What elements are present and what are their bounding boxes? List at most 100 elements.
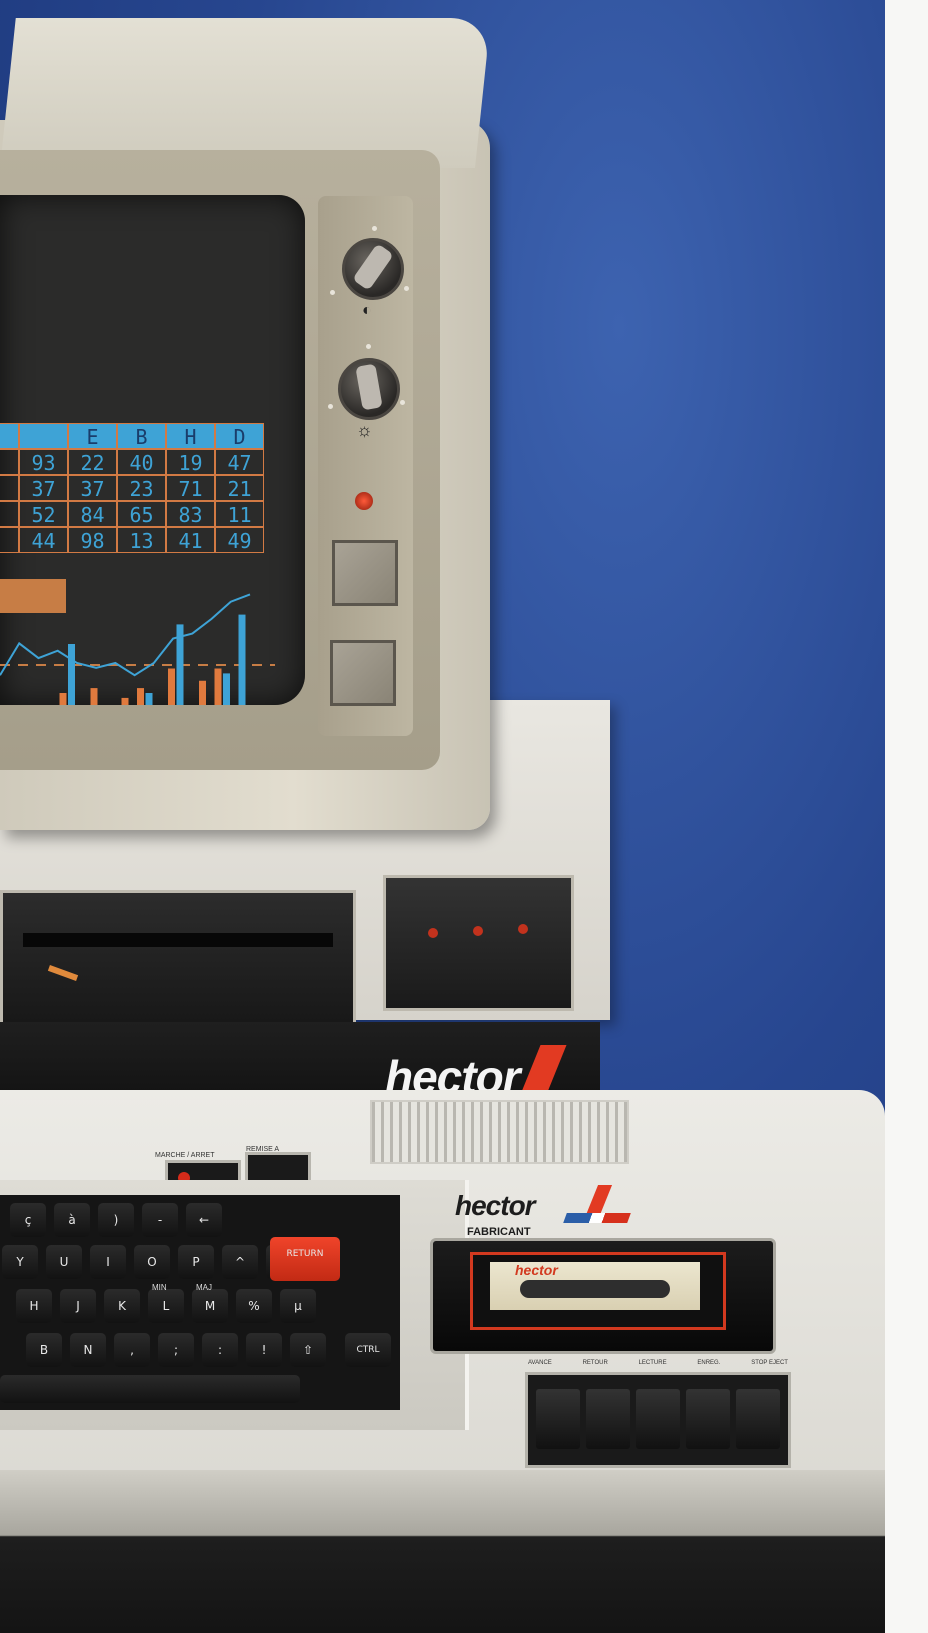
tape-transport-key[interactable] [536,1389,580,1449]
contrast-knob[interactable] [342,238,404,300]
contrast-icon: ◐ [362,302,372,319]
keyboard-key[interactable]: ) [98,1203,134,1237]
maker-label: FABRICANT [467,1226,531,1238]
table-cell: 98 [68,527,117,553]
tape-transport-key[interactable] [586,1389,630,1449]
cassette-reel-window [520,1280,670,1298]
chart-bar-orange [168,668,175,705]
chart-bar-orange [59,693,67,705]
keyboard: çà)-←YUIOP^$HJKLM%µBN,;:!⇧RETURNCTRLMINM… [0,1195,400,1410]
return-key[interactable]: RETURN [270,1237,340,1281]
keyboard-key[interactable]: M [192,1289,228,1323]
keyboard-key[interactable]: : [202,1333,238,1367]
screen-bar-chart: 8384 [0,593,275,705]
chart-line [0,593,251,677]
keyboard-key[interactable]: - [142,1203,178,1237]
indicator-led [473,926,483,936]
table-cell: 65 [117,501,166,527]
screen-table: E B H D 93 22 40 19 47 37 37 23 71 21 52 84 65 83 11 44 98 13… [0,423,265,553]
keyboard-key[interactable]: J [60,1289,96,1323]
table-cell: 47 [215,449,264,475]
table-cell [0,527,19,553]
keyboard-key[interactable]: ; [158,1333,194,1367]
monitor-screen: E B H D 93 22 40 19 47 37 37 23 71 21 52 84 65 83 11 44 98 13… [0,195,305,705]
ctrl-key[interactable]: CTRL [345,1333,391,1367]
brightness-icon: ☼ [356,420,373,440]
keyboard-key[interactable]: Y [2,1245,38,1279]
photo-scene: hector E B H D 93 22 40 19 47 37 37 23 71 21 52 84 65 83 1… [0,0,928,1633]
chart-bar-orange [121,697,129,705]
table-header-cell [19,423,68,449]
keyboard-key[interactable]: ! [246,1333,282,1367]
space-bar[interactable] [0,1375,300,1403]
table-cell: 84 [68,501,117,527]
table-cell: 21 [215,475,264,501]
indicator-dot [372,226,377,231]
monitor-button-2[interactable] [330,640,396,706]
keyboard-key[interactable]: K [104,1289,140,1323]
indicator-led [428,928,438,938]
chart-bar-orange [214,668,222,705]
console-brand-logo: hector [455,1190,536,1221]
key-legend: MAJ [196,1283,212,1292]
table-cell: 52 [19,501,68,527]
chart-bar-blue [68,644,75,705]
speaker-grille [370,1100,629,1164]
tape-transport-key[interactable] [636,1389,680,1449]
table-cell [0,449,19,475]
keyboard-key[interactable]: % [236,1289,272,1323]
tape-transport-key[interactable] [736,1389,780,1449]
table-cell: 40 [117,449,166,475]
monitor-button-1[interactable] [332,540,398,606]
table-cell: 22 [68,449,117,475]
keyboard-key[interactable]: ç [10,1203,46,1237]
transport-labels: AVANCE RETOUR LECTURE ENREG. STOP EJECT [528,1360,788,1366]
table-cell: 19 [166,449,215,475]
monitor-control-panel: ◐ ☼ [318,196,413,736]
keyboard-key[interactable]: B [26,1333,62,1367]
keyboard-key[interactable]: I [90,1245,126,1279]
power-led [355,492,373,510]
indicator-dot [404,286,409,291]
power-label: MARCHE / ARRET [155,1152,215,1159]
chart-bar-orange [199,680,206,705]
cassette-label-text: hector [515,1262,558,1278]
keyboard-key[interactable]: , [114,1333,150,1367]
tape-transport-label: AVANCE [528,1360,552,1366]
table-cell [0,475,19,501]
table-cell: 93 [19,449,68,475]
chart-bar-blue [223,673,230,705]
keyboard-key[interactable]: N [70,1333,106,1367]
keyboard-key[interactable]: ← [186,1203,222,1237]
table-cell: 37 [19,475,68,501]
keyboard-key[interactable]: P [178,1245,214,1279]
table-cell: 37 [68,475,117,501]
drive-slot [23,933,333,947]
tape-transport-key[interactable] [686,1389,730,1449]
chart-bar-orange [137,688,144,705]
keyboard-key[interactable]: ⇧ [290,1333,326,1367]
indicator-dot [366,344,371,349]
chart-bar-blue [145,693,153,705]
tape-transport-label: STOP EJECT [751,1360,788,1366]
keyboard-key[interactable]: O [134,1245,170,1279]
table-header-cell: H [166,423,215,449]
table-header-cell: D [215,423,264,449]
keyboard-key[interactable]: à [54,1203,90,1237]
keyboard-key[interactable]: µ [280,1289,316,1323]
indicator-dot [330,290,335,295]
chart-bar-blue [238,614,246,705]
keyboard-key[interactable]: U [46,1245,82,1279]
page-margin [885,0,928,1633]
table-cell: 23 [117,475,166,501]
brightness-knob[interactable] [338,358,400,420]
table-cell: 13 [117,527,166,553]
key-legend: MIN [152,1283,167,1292]
keyboard-key[interactable]: H [16,1289,52,1323]
table-header-cell [0,423,19,449]
keyboard-key[interactable]: ^ [222,1245,258,1279]
keyboard-key[interactable]: L [148,1289,184,1323]
table-cell: 11 [215,501,264,527]
table-cell: 71 [166,475,215,501]
tape-transport-label: ENREG. [697,1360,721,1366]
